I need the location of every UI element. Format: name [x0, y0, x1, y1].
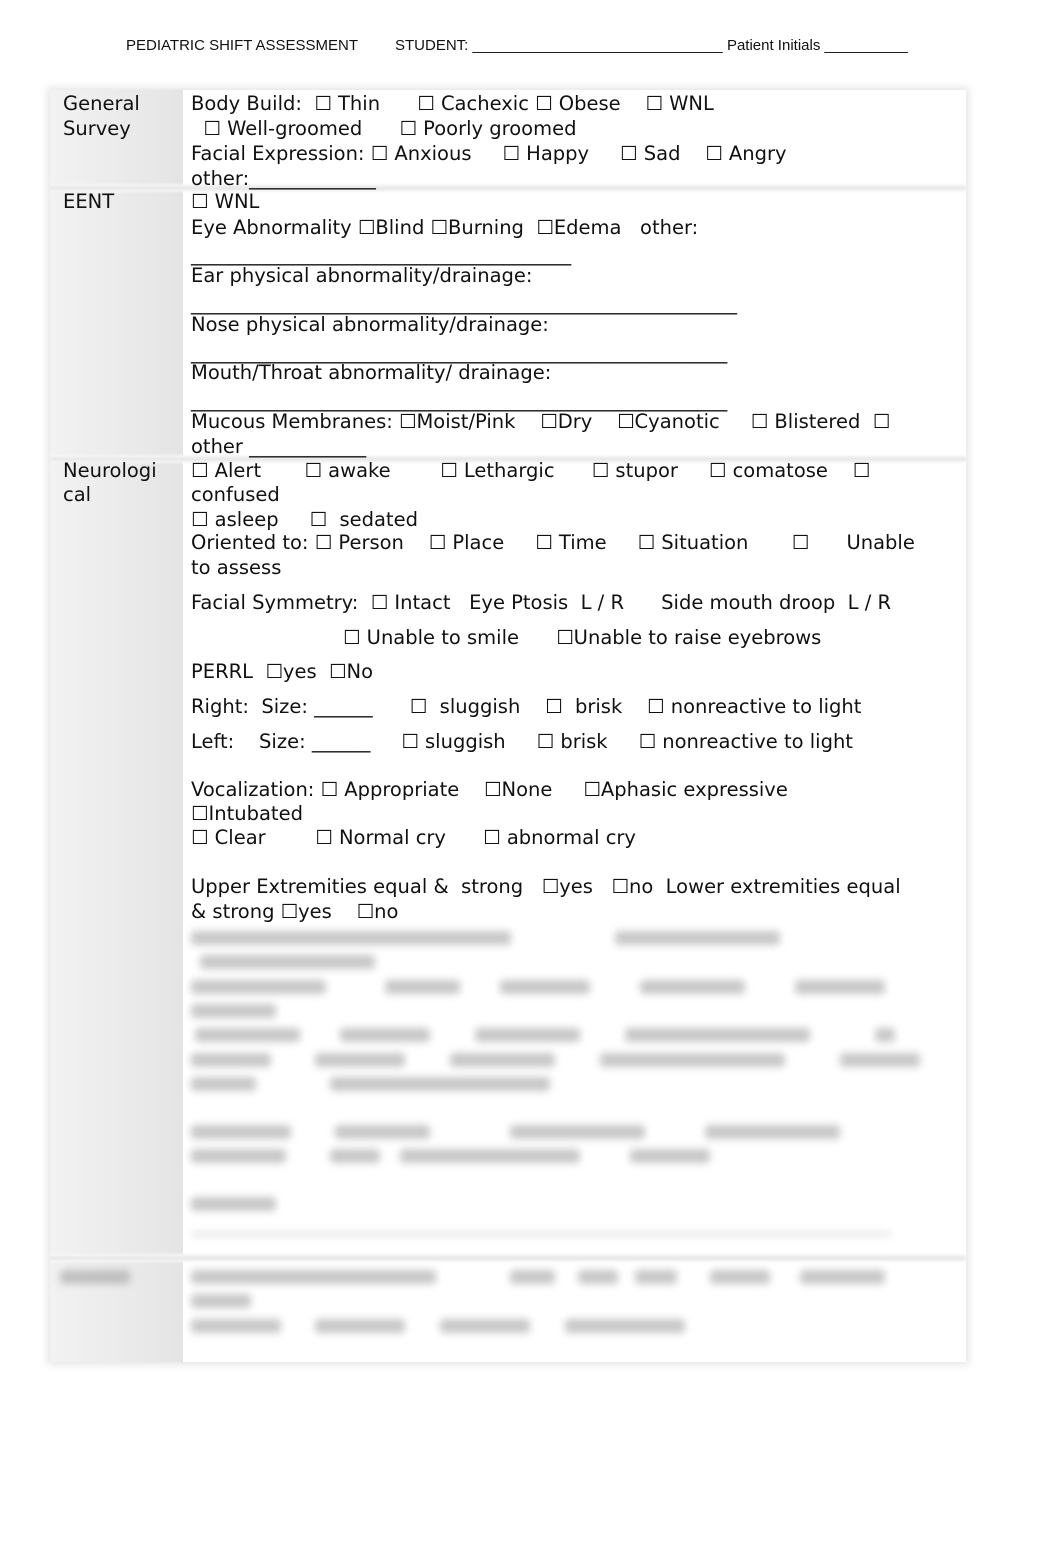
form-line[interactable]: Facial Expression: ☐ Anxious ☐ Happy ☐ S… — [191, 142, 787, 166]
blurred-text — [191, 1125, 291, 1139]
blurred-text — [385, 980, 460, 994]
form-line[interactable]: Right: Size: ______ ☐ sluggish ☐ brisk ☐… — [191, 695, 861, 719]
blurred-text — [630, 1149, 710, 1163]
blurred-text — [440, 1319, 530, 1333]
blurred-text — [330, 1077, 550, 1091]
form-line[interactable]: Vocalization: ☐ Appropriate ☐None ☐Aphas… — [191, 778, 788, 802]
section-label-general-survey: Survey — [63, 117, 131, 140]
form-line[interactable]: ☐Intubated — [191, 802, 303, 826]
blurred-text — [191, 1270, 436, 1284]
blurred-text — [340, 1028, 430, 1042]
blurred-text — [315, 1053, 405, 1067]
blurred-text — [450, 1053, 555, 1067]
form-line[interactable]: ☐ Clear ☐ Normal cry ☐ abnormal cry — [191, 826, 636, 850]
blurred-text — [475, 1028, 580, 1042]
blurred-text — [510, 1125, 645, 1139]
blurred-text — [335, 1125, 430, 1139]
form-line[interactable]: Upper Extremities equal & strong ☐yes ☐n… — [191, 875, 901, 899]
form-line[interactable]: other ____________ — [191, 435, 366, 459]
blurred-text — [795, 980, 885, 994]
blurred-text — [191, 1053, 271, 1067]
blurred-text — [840, 1053, 920, 1067]
document-title: PEDIATRIC SHIFT ASSESSMENT — [126, 37, 358, 54]
blurred-text — [615, 931, 780, 945]
blurred-text — [191, 980, 326, 994]
form-line[interactable]: ☐ Unable to smile ☐Unable to raise eyebr… — [343, 626, 821, 650]
blurred-text — [875, 1028, 895, 1042]
form-line[interactable]: Left: Size: ______ ☐ sluggish ☐ brisk ☐ … — [191, 730, 853, 754]
blurred-text — [625, 1028, 810, 1042]
form-line[interactable]: Nose physical abnormality/drainage: — [191, 313, 549, 337]
blurred-text — [200, 955, 375, 969]
blurred-text — [600, 1053, 785, 1067]
form-line[interactable]: Oriented to: ☐ Person ☐ Place ☐ Time ☐ S… — [191, 531, 915, 555]
blurred-text — [195, 1028, 300, 1042]
blurred-text — [191, 931, 511, 945]
form-line[interactable]: PERRL ☐yes ☐No — [191, 660, 373, 684]
blurred-line — [191, 1232, 891, 1236]
student-patient-fields: STUDENT: ______________________________ … — [395, 37, 908, 54]
form-line[interactable]: ☐ Alert ☐ awake ☐ Lethargic ☐ stupor ☐ c… — [191, 459, 870, 483]
blurred-text — [191, 1294, 251, 1308]
blurred-text — [578, 1270, 618, 1284]
blurred-text — [400, 1149, 580, 1163]
blurred-text — [705, 1125, 840, 1139]
blurred-text — [191, 1149, 286, 1163]
label-column — [50, 90, 183, 1362]
form-line[interactable]: Body Build: ☐ Thin ☐ Cachexic ☐ Obese ☐ … — [191, 92, 714, 116]
blurred-text — [710, 1270, 770, 1284]
blurred-text — [191, 1004, 276, 1018]
form-line[interactable]: & strong ☐yes ☐no — [191, 900, 398, 924]
form-line[interactable]: ☐ asleep ☐ sedated — [191, 508, 418, 532]
blurred-text — [640, 980, 745, 994]
blurred-text — [635, 1270, 677, 1284]
form-line[interactable]: ☐ Well-groomed ☐ Poorly groomed — [191, 117, 576, 141]
blurred-text — [191, 1319, 281, 1333]
blurred-text — [565, 1319, 685, 1333]
blurred-text — [191, 1077, 256, 1091]
section-label-neurological: Neurologi — [63, 459, 157, 482]
blurred-text — [800, 1270, 885, 1284]
form-line[interactable]: Mucous Membranes: ☐Moist/Pink ☐Dry ☐Cyan… — [191, 410, 890, 434]
form-line[interactable]: ☐ WNL — [191, 190, 259, 214]
blurred-text — [60, 1270, 130, 1284]
blurred-text — [500, 980, 590, 994]
section-label-eent: EENT — [63, 190, 115, 213]
form-line[interactable]: Facial Symmetry: ☐ Intact Eye Ptosis L /… — [191, 591, 891, 615]
form-line[interactable]: Eye Abnormality ☐Blind ☐Burning ☐Edema o… — [191, 216, 698, 240]
blurred-text — [330, 1149, 380, 1163]
blurred-text — [510, 1270, 555, 1284]
form-line[interactable]: Ear physical abnormality/drainage: — [191, 264, 532, 288]
form-line[interactable]: Mouth/Throat abnormality/ drainage: — [191, 361, 551, 385]
blurred-text — [315, 1319, 405, 1333]
section-label-neurological: cal — [63, 483, 92, 506]
section-label-general-survey: General — [63, 92, 140, 115]
form-line[interactable]: confused — [191, 483, 280, 507]
form-line[interactable]: to assess — [191, 556, 281, 580]
form-line[interactable]: other:_____________ — [191, 167, 376, 191]
blurred-text — [191, 1197, 276, 1211]
row-divider — [50, 1254, 966, 1262]
row-divider — [50, 184, 966, 192]
